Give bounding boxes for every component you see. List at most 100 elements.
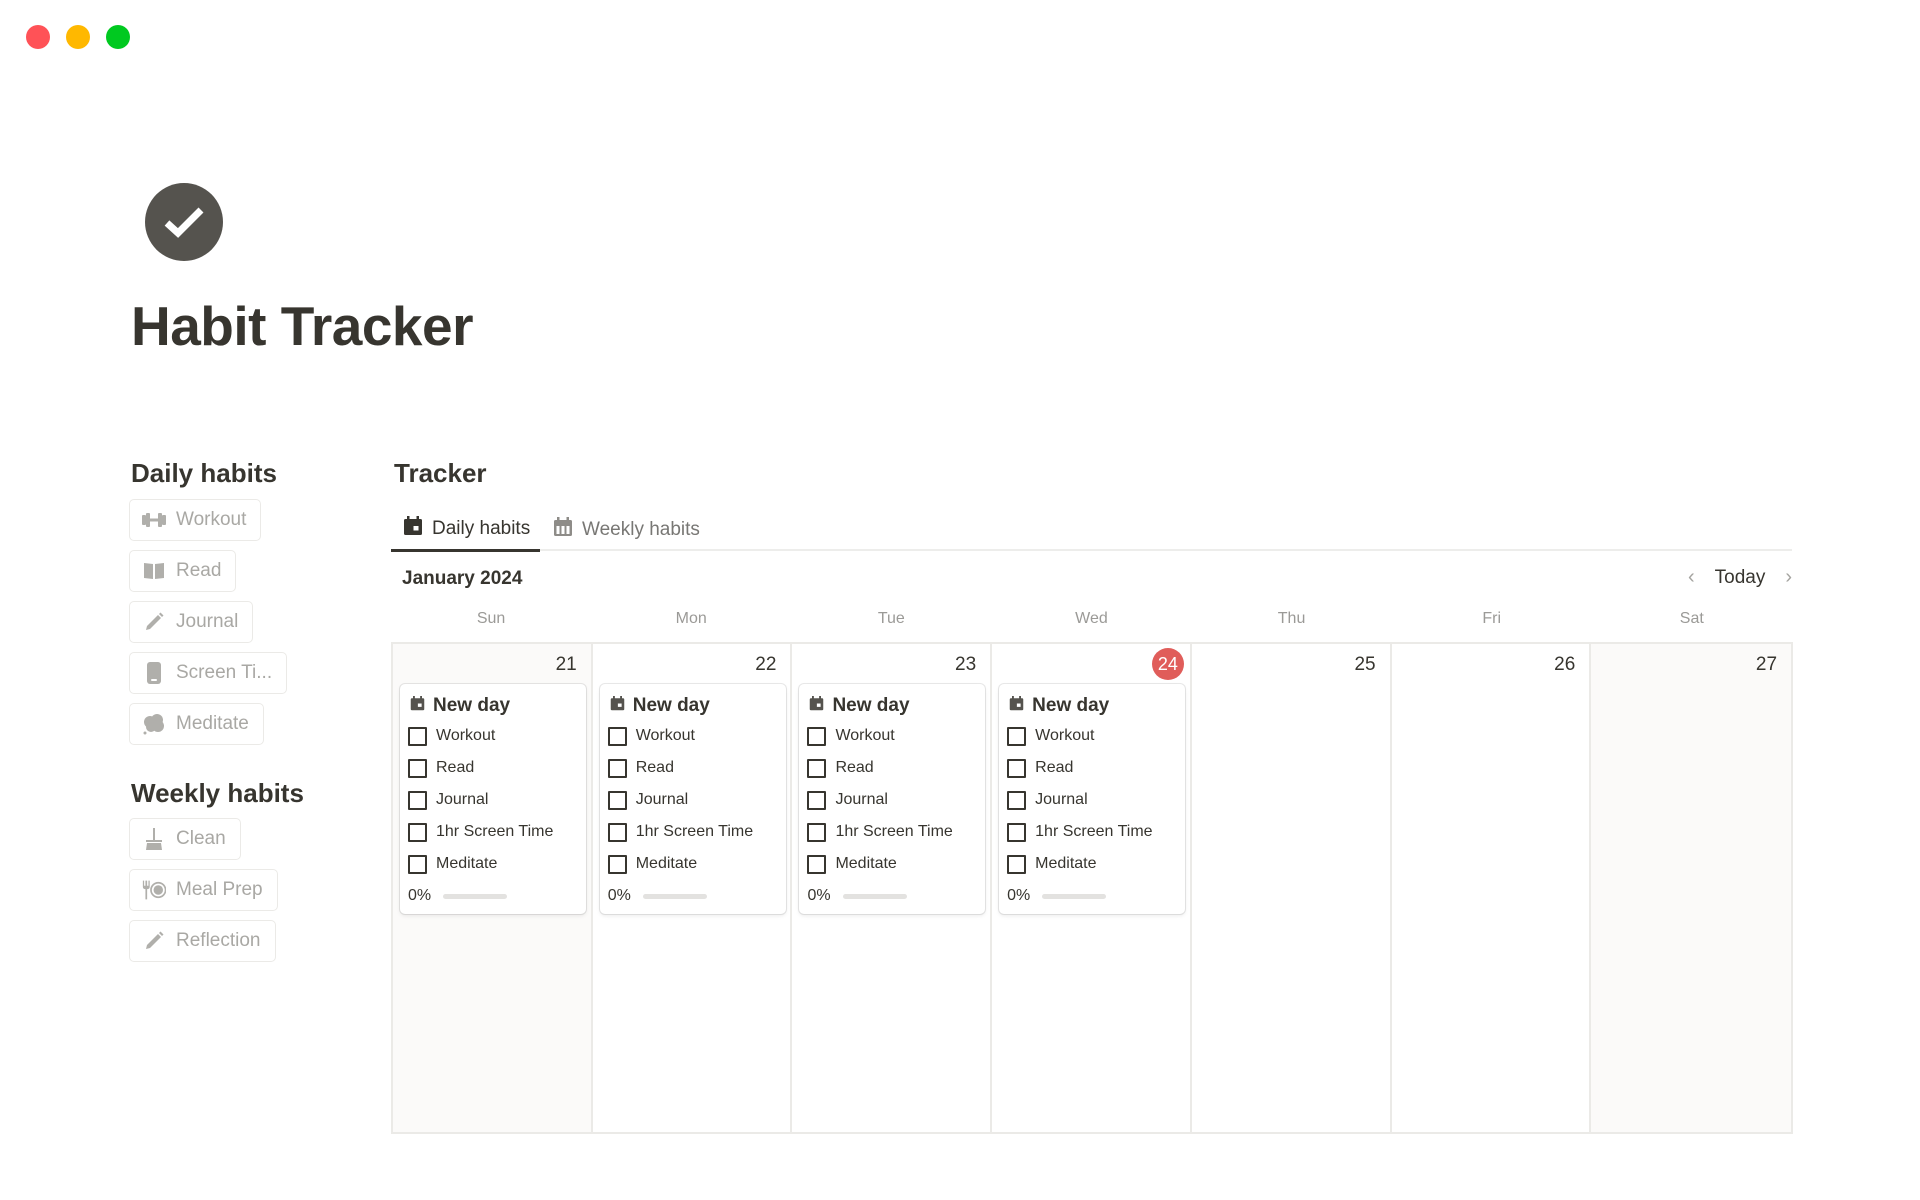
- tab-label: Weekly habits: [582, 518, 700, 540]
- today-button[interactable]: Today: [1715, 567, 1766, 589]
- habit-label: Meditate: [436, 855, 498, 872]
- calendar-day-cell[interactable]: 26: [1391, 644, 1592, 1132]
- habit-button-clean[interactable]: Clean: [129, 818, 241, 860]
- habit-label: Read: [635, 759, 674, 776]
- tab-weekly-habits[interactable]: Weekly habits: [553, 508, 700, 551]
- day-card[interactable]: New day Workout Read Journal 1hr Screen Time…: [599, 684, 786, 914]
- habit-label: Journal: [835, 791, 888, 808]
- habit-checkbox[interactable]: [607, 726, 627, 746]
- habit-label: Workout: [835, 727, 895, 744]
- habit-row: Meditate: [607, 848, 786, 880]
- habit-row: Read: [408, 752, 586, 784]
- habit-row: Meditate: [807, 848, 985, 880]
- habit-checkbox[interactable]: [807, 726, 827, 746]
- habit-row: Read: [807, 752, 985, 784]
- weekday-label: Fri: [1482, 610, 1502, 627]
- habit-label: 1hr Screen Time: [635, 823, 754, 840]
- calendar-day-cell[interactable]: 23 New day Workout Read Journal 1hr Screen Ti…: [792, 644, 993, 1132]
- close-window-button[interactable]: [26, 25, 50, 49]
- habit-label: Read: [835, 759, 874, 776]
- habit-checkbox[interactable]: [607, 822, 627, 842]
- card-title-text: New day: [1032, 695, 1110, 716]
- card-title: New day: [1007, 692, 1185, 720]
- habit-row: 1hr Screen Time: [607, 816, 786, 848]
- habit-checkbox[interactable]: [408, 790, 427, 810]
- day-number: 26: [1554, 654, 1576, 675]
- progress-bar: [842, 893, 907, 899]
- habit-button-label: Workout: [176, 509, 247, 530]
- habit-checkbox[interactable]: [1007, 790, 1027, 810]
- habit-row: Meditate: [1007, 848, 1185, 880]
- habit-button-label: Screen Ti...: [176, 662, 273, 683]
- habit-label: 1hr Screen Time: [436, 823, 554, 840]
- habit-button-workout[interactable]: Workout: [129, 499, 262, 541]
- progress-bar: [1042, 893, 1107, 899]
- habit-row: Workout: [807, 720, 985, 752]
- habit-checkbox[interactable]: [807, 854, 827, 874]
- habit-checkbox[interactable]: [807, 790, 827, 810]
- calendar-day-cell[interactable]: 24 New day Workout Read Journal 1hr Screen Ti…: [992, 644, 1192, 1132]
- habit-button-meal-prep[interactable]: Meal Prep: [129, 869, 278, 911]
- chevron-left-icon[interactable]: ‹: [1688, 566, 1695, 589]
- zoom-window-button[interactable]: [106, 25, 130, 49]
- habit-button-label: Read: [176, 560, 222, 581]
- calendar-day-cell[interactable]: 25: [1191, 644, 1392, 1132]
- habit-button-meditate[interactable]: Meditate: [129, 703, 264, 745]
- card-title: New day: [408, 692, 586, 720]
- habit-checkbox[interactable]: [607, 854, 627, 874]
- broom-icon: [142, 828, 166, 850]
- progress-row: 0%: [1007, 880, 1185, 912]
- weekday-header: Sun Mon Tue Wed Thu Fri Sat: [391, 610, 1792, 628]
- minimize-window-button[interactable]: [66, 25, 90, 49]
- day-number: 21: [555, 654, 577, 675]
- page-title: Habit Tracker: [131, 295, 474, 357]
- habit-checkbox[interactable]: [408, 726, 427, 746]
- habit-checkbox[interactable]: [1007, 822, 1027, 842]
- habit-checkbox[interactable]: [408, 854, 427, 874]
- habit-row: Read: [607, 752, 786, 784]
- calendar-day-cell[interactable]: 27: [1591, 644, 1792, 1132]
- habit-checkbox[interactable]: [1007, 854, 1027, 874]
- habit-row: 1hr Screen Time: [408, 816, 586, 848]
- day-card[interactable]: New day Workout Read Journal 1hr Screen Time…: [999, 684, 1186, 914]
- day-card[interactable]: New day Workout Read Journal 1hr Screen Time…: [400, 684, 586, 914]
- habit-checkbox[interactable]: [408, 822, 427, 842]
- habit-button-screen-time[interactable]: Screen Ti...: [129, 652, 288, 694]
- habit-checkbox[interactable]: [607, 790, 627, 810]
- day-card[interactable]: New day Workout Read Journal 1hr Screen Time…: [799, 684, 986, 914]
- habit-label: Journal: [1035, 791, 1088, 808]
- habit-button-read[interactable]: Read: [129, 550, 237, 592]
- habit-row: Journal: [408, 784, 586, 816]
- calendar-day-cell[interactable]: 22 New day Workout Read Journal 1hr Screen Ti…: [592, 644, 793, 1132]
- habit-label: Meditate: [835, 855, 897, 872]
- habit-button-label: Reflection: [176, 930, 261, 951]
- habit-checkbox[interactable]: [807, 758, 827, 778]
- book-icon: [142, 560, 166, 582]
- habit-checkbox[interactable]: [807, 822, 827, 842]
- weekday-label: Sun: [476, 610, 506, 627]
- habit-button-reflection[interactable]: Reflection: [129, 920, 276, 962]
- habit-button-journal[interactable]: Journal: [129, 601, 254, 643]
- tracker-heading: Tracker: [394, 458, 487, 488]
- plate-icon: [142, 879, 166, 901]
- calendar-icon: [610, 695, 625, 717]
- habit-checkbox[interactable]: [408, 758, 427, 778]
- calendar-icon: [809, 695, 824, 717]
- day-number: 25: [1354, 654, 1376, 675]
- habit-checkbox[interactable]: [607, 758, 627, 778]
- habit-row: Journal: [807, 784, 985, 816]
- calendar-icon: [403, 515, 423, 542]
- calendar-day-cell[interactable]: 21 New day Workout Read Journal 1hr Screen Ti…: [393, 644, 593, 1132]
- habit-label: Read: [1035, 759, 1074, 776]
- habit-label: Workout: [436, 727, 496, 744]
- dumbbell-icon: [142, 509, 166, 531]
- habit-checkbox[interactable]: [1007, 726, 1027, 746]
- habit-checkbox[interactable]: [1007, 758, 1027, 778]
- calendar-grid: 21 New day Workout Read Journal 1hr Screen Ti…: [391, 642, 1793, 1134]
- tab-daily-habits[interactable]: Daily habits: [391, 508, 541, 552]
- day-number: 23: [955, 654, 977, 675]
- chevron-right-icon[interactable]: ›: [1785, 566, 1792, 589]
- habit-row: Journal: [1007, 784, 1185, 816]
- today-date-badge: 24: [1151, 648, 1184, 680]
- check-circle-icon[interactable]: [145, 183, 223, 261]
